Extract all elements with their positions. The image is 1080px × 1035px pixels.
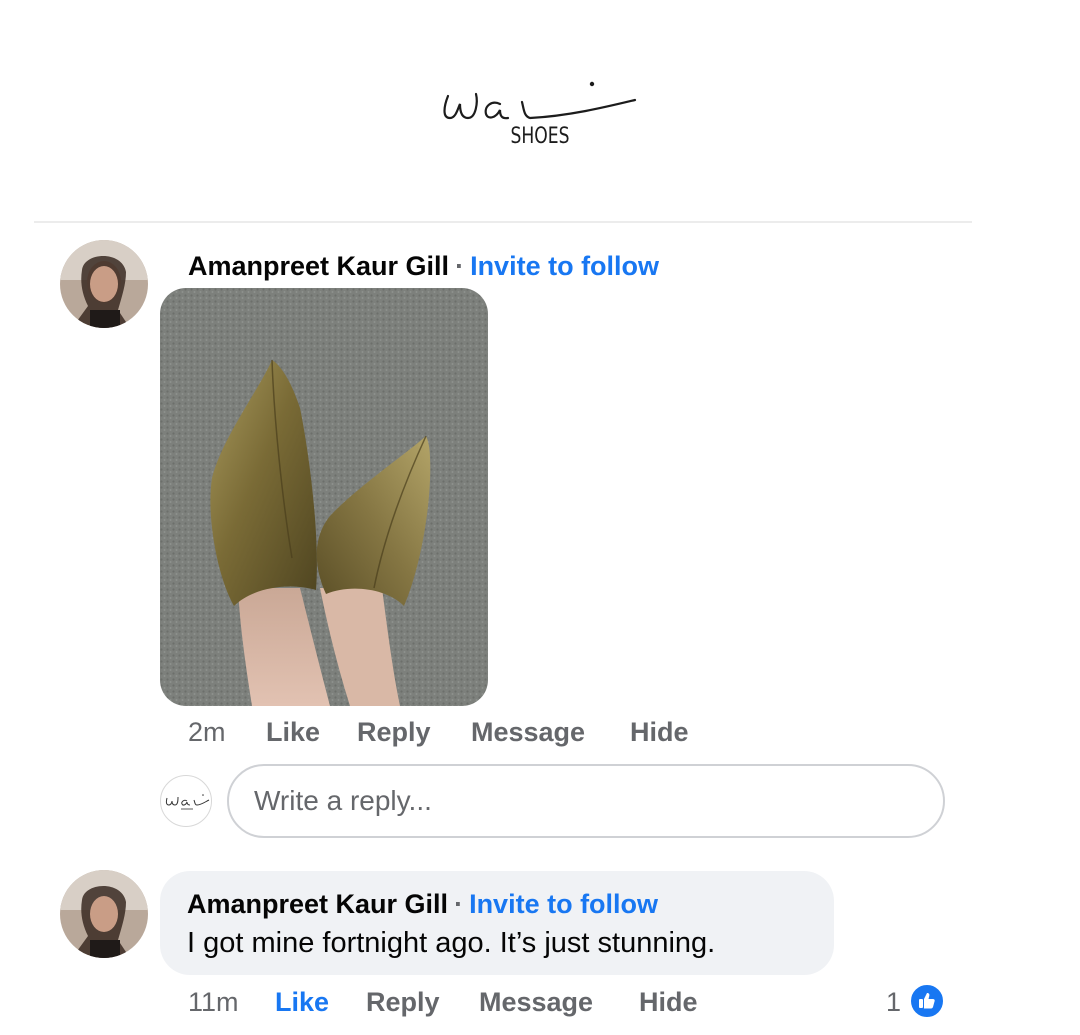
separator-dot: · <box>455 251 465 281</box>
message-button[interactable]: Message <box>479 987 593 1018</box>
comment-bubble[interactable]: Amanpreet Kaur Gill · Invite to follow I g… <box>160 871 834 975</box>
commenter-avatar[interactable] <box>60 870 148 958</box>
comment-author-line: Amanpreet Kaur Gill · Invite to follow <box>187 889 658 920</box>
commenter-avatar[interactable] <box>60 240 148 328</box>
brand-logo: SHOES <box>430 72 650 162</box>
message-button[interactable]: Message <box>471 717 585 748</box>
brand-logo-subtitle: SHOES <box>510 124 570 149</box>
comment-timestamp: 2m <box>188 717 226 747</box>
page-avatar <box>160 775 212 827</box>
comment-text: I got mine fortnight ago. It’s just stun… <box>187 927 716 959</box>
invite-to-follow-link[interactable]: Invite to follow <box>469 889 658 919</box>
comment-author-name[interactable]: Amanpreet Kaur Gill <box>187 889 448 919</box>
thumbs-up-icon[interactable] <box>909 983 945 1019</box>
divider <box>34 221 972 223</box>
separator-dot: · <box>454 889 464 919</box>
brand-logo-script <box>443 81 637 120</box>
like-button[interactable]: Like <box>266 717 320 748</box>
reaction-count[interactable]: 1 <box>886 987 901 1018</box>
comment-author-name[interactable]: Amanpreet Kaur Gill <box>188 251 449 281</box>
hide-button[interactable]: Hide <box>630 717 689 748</box>
reply-input[interactable]: Write a reply... <box>227 764 945 838</box>
comment-author-line: Amanpreet Kaur Gill · Invite to follow <box>188 251 659 282</box>
hide-button[interactable]: Hide <box>639 987 698 1018</box>
comment-photo[interactable] <box>160 288 488 706</box>
like-button[interactable]: Like <box>275 987 329 1018</box>
reply-button[interactable]: Reply <box>366 987 440 1018</box>
invite-to-follow-link[interactable]: Invite to follow <box>470 251 659 281</box>
comment-timestamp: 11m <box>188 987 239 1017</box>
reply-button[interactable]: Reply <box>357 717 431 748</box>
